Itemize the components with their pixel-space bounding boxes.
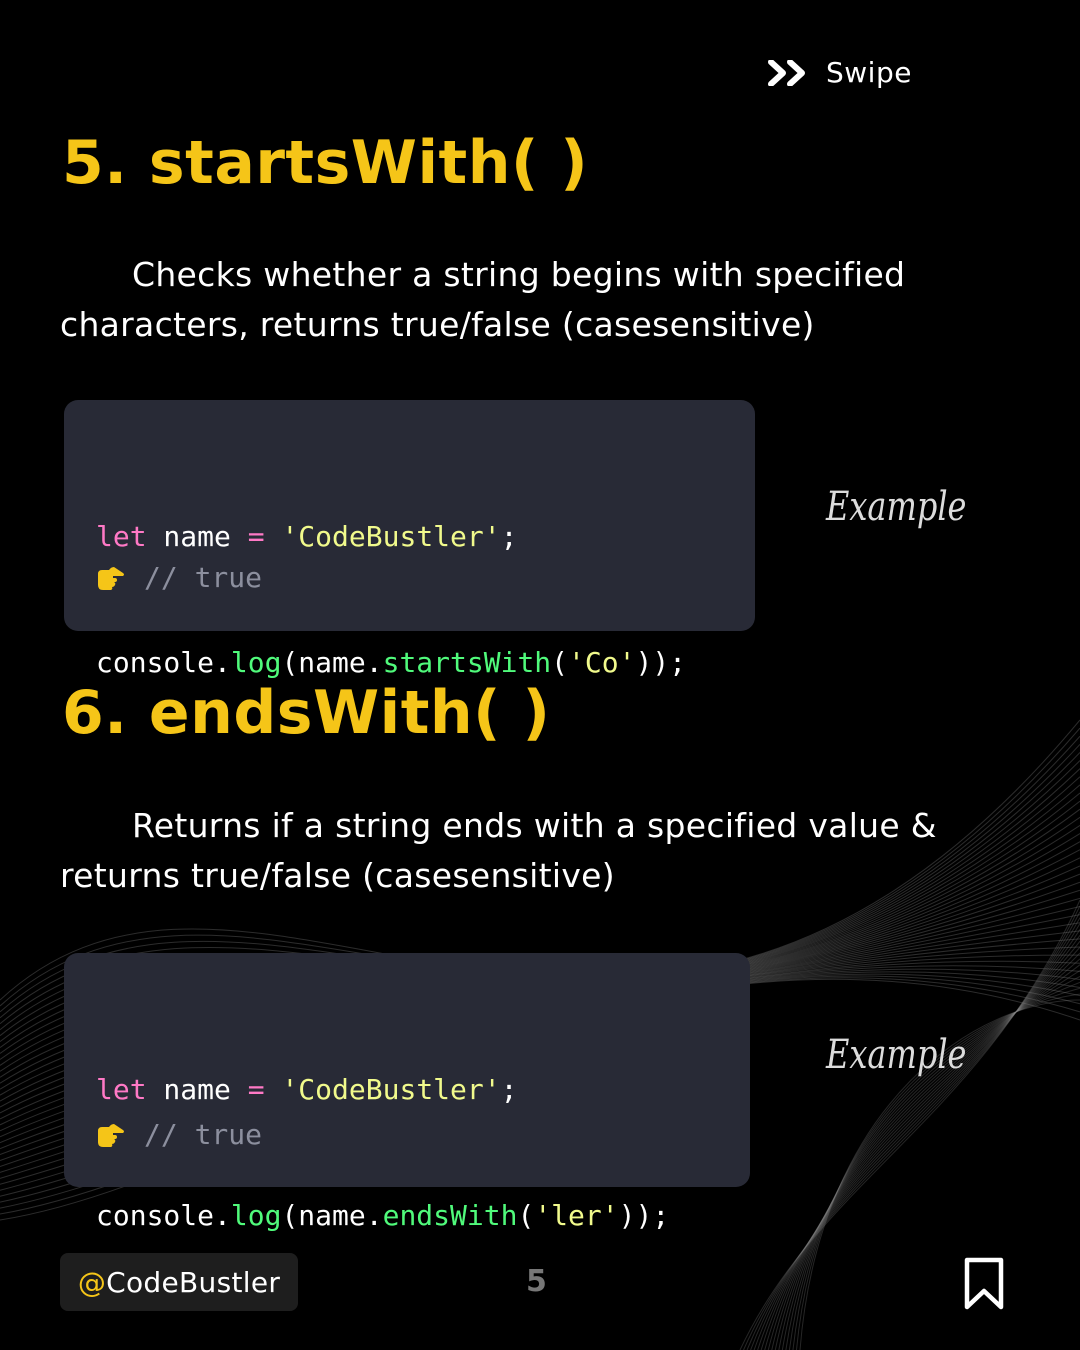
code-line-2: console.log(name.endsWith('ler')); [96, 1195, 718, 1237]
code-keyword: let [96, 1073, 147, 1106]
code-result-comment: // true [144, 1118, 263, 1151]
background-wave-line [767, 946, 1080, 1350]
code-argument: 'ler' [534, 1199, 619, 1232]
swipe-indicator[interactable]: Swipe [768, 56, 912, 89]
background-wave-line [774, 958, 1080, 1350]
code-operator: = [247, 520, 265, 553]
code-function: log [230, 646, 282, 679]
code-call-open: (name. [281, 1199, 383, 1232]
code-line-1: let name = 'CodeBustler'; [96, 516, 723, 558]
code-semicolon: ; [500, 520, 518, 553]
code-arg-open: ( [517, 1199, 535, 1232]
background-wave-line [778, 964, 1080, 1350]
author-handle[interactable]: @ CodeBustler [60, 1253, 298, 1311]
code-operator: = [247, 1073, 265, 1106]
code-argument: 'Co' [568, 646, 636, 679]
code-block-startswith: let name = 'CodeBustler'; console.log(na… [64, 400, 755, 679]
background-wave-line [781, 970, 1080, 1350]
page-number: 5 [526, 1264, 547, 1299]
code-identifier: name [146, 520, 248, 553]
code-block-endswith: let name = 'CodeBustler'; console.log(na… [64, 953, 750, 1232]
example-label-startswith: Example [826, 484, 967, 530]
code-method: endsWith [382, 1199, 518, 1232]
code-keyword: let [96, 520, 147, 553]
code-method: startsWith [382, 646, 552, 679]
background-wave-line [771, 952, 1080, 1350]
double-chevron-right-icon [768, 59, 805, 86]
code-call-open: (name. [281, 646, 383, 679]
handle-at-sign: @ [77, 1265, 107, 1299]
handle-name: CodeBustler [106, 1265, 281, 1299]
code-string: 'CodeBustler' [281, 1073, 501, 1106]
code-semicolon: ; [500, 1073, 518, 1106]
code-object: console. [96, 646, 231, 679]
section-description-startswith: Checks whether a string begins with spec… [60, 255, 906, 344]
code-object: console. [96, 1199, 231, 1232]
code-call-close: )); [635, 646, 687, 679]
code-result-comment: // true [144, 561, 263, 594]
background-wave-line [753, 923, 1080, 1350]
code-arg-open: ( [551, 646, 569, 679]
section-title-endswith: 6. endsWith( ) [62, 678, 551, 748]
swipe-label: Swipe [826, 56, 912, 89]
code-result-line: // true [96, 557, 262, 599]
pointing-hand-icon [98, 567, 124, 590]
example-label-endswith: Example [826, 1032, 967, 1078]
code-identifier: name [146, 1073, 248, 1106]
pointing-hand-icon [98, 1124, 124, 1147]
bookmark-button[interactable] [962, 1256, 1006, 1316]
code-string: 'CodeBustler' [281, 520, 501, 553]
section-description-endswith: Returns if a string ends with a specifie… [60, 806, 937, 895]
section-title-startswith: 5. startsWith( ) [62, 128, 589, 198]
bookmark-icon [964, 1257, 1004, 1310]
code-call-close: )); [618, 1199, 670, 1232]
code-function: log [230, 1199, 282, 1232]
code-result-line: // true [96, 1114, 262, 1156]
code-line-1: let name = 'CodeBustler'; [96, 1069, 718, 1111]
